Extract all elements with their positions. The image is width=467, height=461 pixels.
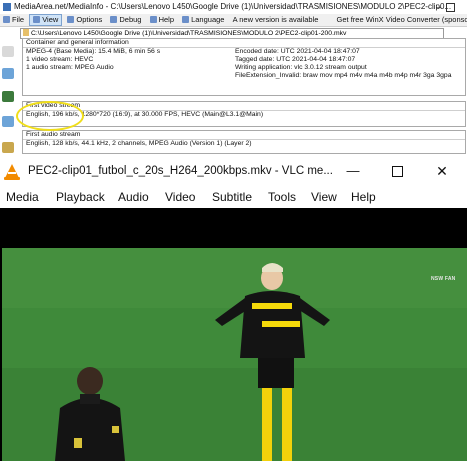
vlc-window-title: PEC2-clip01_futbol_c_20s_H264_200kbps.mk… (28, 165, 333, 177)
mediainfo-toolbar: File View Options Debug Help Language A … (0, 14, 467, 27)
sponsored-link[interactable]: Get free WinX Video Converter (sponsored… (334, 14, 467, 26)
vlc-titlebar: PEC2-clip01_futbol_c_20s_H264_200kbps.mk… (0, 156, 467, 186)
vlc-close-button[interactable]: ✕ (420, 156, 464, 186)
mediainfo-maximize-button[interactable] (446, 3, 455, 12)
general-right-line: Tagged date: UTC 2021-04-04 18:47:07 (235, 56, 356, 63)
general-section-icon (2, 46, 14, 57)
toolbar-debug-button[interactable]: Debug (107, 14, 144, 26)
info-section-icon (2, 68, 14, 79)
general-right-line: Writing application: vlc 3.0.12 stream o… (235, 64, 367, 71)
general-right-line: Encoded date: UTC 2021-04-04 18:47:07 (235, 48, 360, 55)
audio-section-icon (2, 116, 14, 127)
toolbar-options-button[interactable]: Options (64, 14, 105, 26)
menu-playback[interactable]: Playback (56, 186, 105, 208)
vlc-menubar: Media Playback Audio Video Subtitle Tool… (0, 186, 467, 208)
menu-subtitle[interactable]: Subtitle (212, 186, 252, 208)
options-icon (67, 16, 75, 23)
vlc-maximize-button[interactable] (375, 156, 419, 186)
video-stream-line: English, 196 kb/s, 1280*720 (16:9), at 3… (26, 111, 264, 118)
video-stream-panel: First video stream English, 196 kb/s, 12… (22, 101, 466, 127)
language-icon (182, 16, 190, 23)
menu-view[interactable]: View (311, 186, 337, 208)
bitrate-highlight-circle (16, 101, 84, 131)
general-right-line: FileExtension_Invalid: braw mov mp4 m4v … (235, 72, 452, 79)
mediainfo-titlebar: MediaArea.net/MediaInfo - C:\Users\Lenov… (0, 0, 467, 14)
video-watermark: NSW FAN (431, 276, 456, 282)
view-icon (33, 16, 41, 23)
menu-media[interactable]: Media (6, 186, 39, 208)
general-right-column: Encoded date: UTC 2021-04-04 18:47:07 Ta… (232, 48, 451, 80)
menu-help[interactable]: Help (351, 186, 376, 208)
audio-stream-panel: First audio stream English, 128 kb/s, 44… (22, 130, 466, 154)
menu-audio[interactable]: Audio (118, 186, 149, 208)
audio-stream-header: First audio stream (23, 131, 465, 140)
file-path-text: C:\Users\Lenovo L450\Google Drive (1)\Un… (31, 30, 347, 37)
mediainfo-app-icon (3, 3, 11, 11)
mediainfo-window: MediaArea.net/MediaInfo - C:\Users\Lenov… (0, 0, 467, 156)
toolbar-view-button[interactable]: View (29, 14, 63, 26)
menu-tools[interactable]: Tools (268, 186, 296, 208)
mediainfo-title: MediaArea.net/MediaInfo - C:\Users\Lenov… (14, 2, 452, 11)
debug-icon (110, 16, 118, 23)
vlc-cone-icon (5, 164, 19, 178)
general-info-panel: Container and general information MPEG-4… (22, 38, 466, 96)
mediainfo-minimize-button[interactable]: – (436, 0, 441, 14)
video-stream-header: First video stream (23, 102, 465, 111)
vlc-minimize-button[interactable]: — (331, 156, 375, 186)
menu-video[interactable]: Video (165, 186, 195, 208)
video-frame (0, 208, 467, 461)
video-section-icon (2, 91, 14, 102)
mediainfo-side-icons (0, 38, 17, 156)
toolbar-language-button[interactable]: Language (179, 14, 227, 26)
audio-stream-line: English, 128 kb/s, 44.1 kHz, 2 channels,… (26, 140, 252, 147)
toolbar-file-button[interactable]: File (0, 14, 27, 26)
file-icon (3, 16, 10, 23)
maximize-icon (391, 166, 403, 178)
help-icon (149, 16, 157, 23)
folder-icon (23, 29, 29, 36)
new-version-notice[interactable]: A new version is available (230, 14, 322, 26)
general-info-header: Container and general information (23, 39, 465, 48)
text-section-icon (2, 142, 14, 153)
vlc-window: PEC2-clip01_futbol_c_20s_H264_200kbps.mk… (0, 156, 467, 461)
video-area[interactable]: NSW FAN (0, 208, 467, 461)
toolbar-help-button[interactable]: Help (147, 14, 177, 26)
